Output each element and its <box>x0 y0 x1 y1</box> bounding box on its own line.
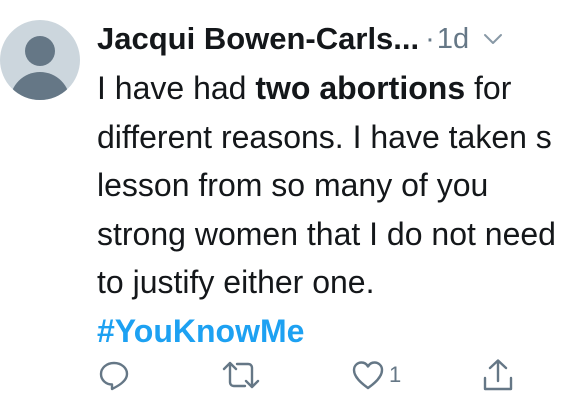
avatar[interactable] <box>0 20 80 100</box>
avatar-head-shape <box>25 36 55 66</box>
reply-icon <box>99 361 129 391</box>
separator-dot: · <box>425 22 435 55</box>
like-count: 1 <box>389 362 402 387</box>
retweet-button[interactable] <box>221 355 261 395</box>
hashtag-link[interactable]: #YouKnowMe <box>97 313 304 349</box>
tweet-text: I have had two abortions for different r… <box>97 64 567 355</box>
retweet-icon <box>222 361 260 389</box>
tweet-text-bold: two abortions <box>255 70 466 106</box>
tweet-header: Jacqui Bowen-Carls... · 1d <box>97 14 569 64</box>
like-button[interactable]: 1 <box>351 355 401 395</box>
tweet-text-part-1: I have had <box>97 70 256 106</box>
tweet-card[interactable]: Jacqui Bowen-Carls... · 1d I have had tw… <box>0 0 579 411</box>
reply-button[interactable] <box>97 355 131 395</box>
share-button[interactable] <box>481 355 515 395</box>
tweet-actions: 1 <box>97 355 527 395</box>
share-icon <box>483 359 513 391</box>
heart-icon <box>352 361 384 390</box>
avatar-body-shape <box>10 72 70 100</box>
chevron-down-icon[interactable] <box>481 27 505 51</box>
author-name[interactable]: Jacqui Bowen-Carls... <box>97 21 419 57</box>
timestamp[interactable]: 1d <box>437 23 469 56</box>
